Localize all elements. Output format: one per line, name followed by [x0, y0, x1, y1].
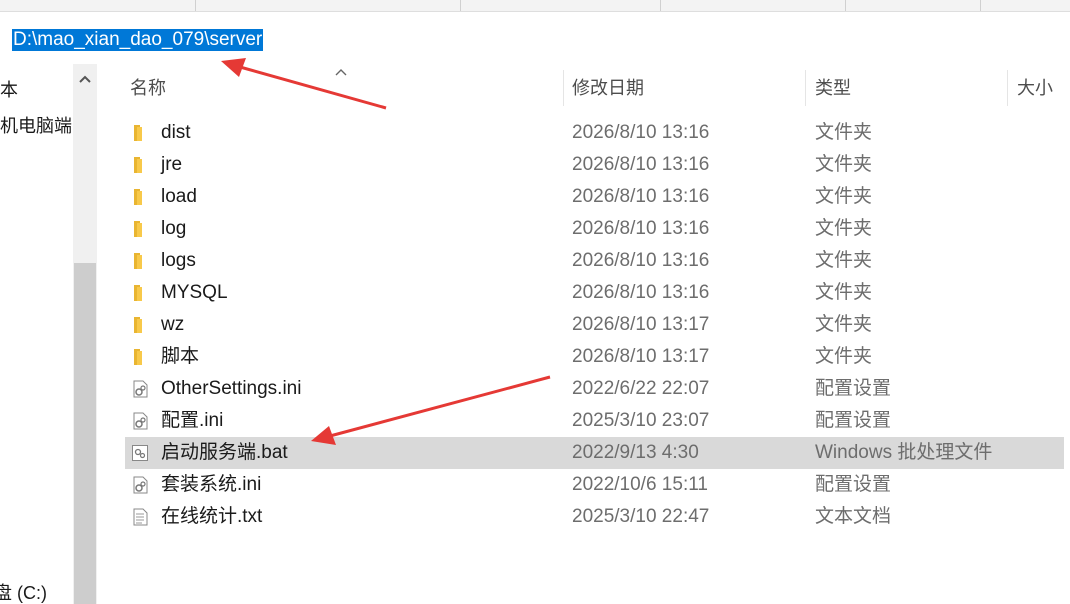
scroll-up-icon[interactable]	[78, 74, 92, 84]
nav-item-this-pc[interactable]: 本	[0, 76, 18, 102]
settings-file-icon	[131, 380, 149, 398]
column-divider[interactable]	[805, 70, 806, 106]
file-name: logs	[161, 250, 196, 271]
nav-scrollbar-thumb[interactable]	[74, 263, 96, 604]
file-modified-date: 2026/8/10 13:16	[572, 218, 710, 239]
file-type: 配置设置	[815, 410, 892, 431]
file-name: jre	[161, 154, 183, 175]
column-header-type[interactable]: 类型	[815, 66, 851, 110]
folder-icon	[131, 188, 149, 206]
nav-scrollbar[interactable]	[73, 64, 97, 604]
file-name: 在线统计.txt	[161, 506, 263, 527]
file-name: 配置.ini	[161, 410, 224, 431]
file-type: 文件夹	[815, 346, 873, 367]
file-modified-date: 2026/8/10 13:17	[572, 314, 710, 335]
ribbon-divider	[845, 0, 846, 11]
file-type: 文件夹	[815, 314, 873, 335]
folder-icon	[131, 348, 149, 366]
file-type: 文件夹	[815, 154, 873, 175]
file-row[interactable]: jre 2026/8/10 13:16 文件夹	[125, 149, 1064, 181]
file-modified-date: 2026/8/10 13:16	[572, 186, 710, 207]
text-file-icon	[131, 508, 149, 526]
ribbon-divider	[980, 0, 981, 11]
address-path-input[interactable]: D:\mao_xian_dao_079\server	[12, 29, 264, 51]
file-name: log	[161, 218, 187, 239]
file-row[interactable]: logs 2026/8/10 13:16 文件夹	[125, 245, 1064, 277]
file-name: wz	[161, 314, 185, 335]
file-modified-date: 2025/3/10 23:07	[572, 410, 710, 431]
file-row[interactable]: wz 2026/8/10 13:17 文件夹	[125, 309, 1064, 341]
folder-icon	[131, 156, 149, 174]
file-name: 启动服务端.bat	[161, 442, 288, 463]
file-modified-date: 2022/10/6 15:11	[572, 474, 708, 495]
file-modified-date: 2026/8/10 13:17	[572, 346, 710, 367]
ribbon-divider	[460, 0, 461, 11]
file-row[interactable]: 配置.ini 2025/3/10 23:07 配置设置	[125, 405, 1064, 437]
folder-icon	[131, 220, 149, 238]
sort-ascending-icon	[335, 69, 347, 76]
file-type: 文件夹	[815, 186, 873, 207]
column-header-size[interactable]: 大小	[1017, 66, 1053, 110]
batch-file-icon	[131, 444, 149, 462]
nav-item-computer[interactable]: 机电脑端	[0, 112, 72, 138]
column-header-date[interactable]: 修改日期	[572, 66, 644, 110]
navigation-pane: 本 机电脑端 盘 (C:)	[0, 64, 100, 604]
folder-icon	[131, 316, 149, 334]
settings-file-icon	[131, 412, 149, 430]
ribbon-divider	[660, 0, 661, 11]
file-name: 脚本	[161, 346, 200, 367]
ribbon-divider	[195, 0, 196, 11]
file-modified-date: 2026/8/10 13:16	[572, 154, 710, 175]
arrow-to-address-path	[221, 58, 387, 110]
file-row[interactable]: 启动服务端.bat 2022/9/13 4:30 Windows 批处理文件	[125, 437, 1064, 469]
file-type: 文本文档	[815, 506, 892, 527]
file-name: load	[161, 186, 197, 207]
nav-item-drive-c[interactable]: 盘 (C:)	[0, 579, 47, 604]
file-name: OtherSettings.ini	[161, 378, 302, 399]
file-name: MYSQL	[161, 282, 228, 303]
file-row[interactable]: 脚本 2026/8/10 13:17 文件夹	[125, 341, 1064, 373]
address-bar[interactable]: D:\mao_xian_dao_079\server	[0, 12, 1070, 64]
column-header-name[interactable]: 名称	[130, 66, 166, 110]
column-divider[interactable]	[1007, 70, 1008, 106]
file-row[interactable]: 套装系统.ini 2022/10/6 15:11 配置设置	[125, 469, 1064, 501]
folder-icon	[131, 252, 149, 270]
file-name: dist	[161, 122, 191, 143]
folder-icon	[131, 284, 149, 302]
file-type: 文件夹	[815, 282, 873, 303]
file-row[interactable]: MYSQL 2026/8/10 13:16 文件夹	[125, 277, 1064, 309]
file-row[interactable]: dist 2026/8/10 13:16 文件夹	[125, 117, 1064, 149]
file-type: 配置设置	[815, 474, 892, 495]
file-modified-date: 2022/6/22 22:07	[572, 378, 710, 399]
file-modified-date: 2026/8/10 13:16	[572, 282, 710, 303]
file-modified-date: 2022/9/13 4:30	[572, 442, 699, 463]
ribbon-strip	[0, 0, 1070, 12]
file-modified-date: 2026/8/10 13:16	[572, 250, 710, 271]
settings-file-icon	[131, 476, 149, 494]
file-row[interactable]: OtherSettings.ini 2022/6/22 22:07 配置设置	[125, 373, 1064, 405]
file-row[interactable]: log 2026/8/10 13:16 文件夹	[125, 213, 1064, 245]
file-modified-date: 2025/3/10 22:47	[572, 506, 710, 527]
folder-icon	[131, 124, 149, 142]
file-modified-date: 2026/8/10 13:16	[572, 122, 710, 143]
file-row[interactable]: load 2026/8/10 13:16 文件夹	[125, 181, 1064, 213]
file-name: 套装系统.ini	[161, 474, 262, 495]
file-type: 文件夹	[815, 218, 873, 239]
column-divider[interactable]	[563, 70, 564, 106]
file-type: 文件夹	[815, 122, 873, 143]
file-type: Windows 批处理文件	[815, 442, 993, 463]
file-type: 配置设置	[815, 378, 892, 399]
nav-item-drive-c-label: 盘 (C:)	[0, 583, 47, 603]
file-row[interactable]: 在线统计.txt 2025/3/10 22:47 文本文档	[125, 501, 1064, 533]
file-explorer-window: D:\mao_xian_dao_079\server 本 机电脑端 盘 (C:)…	[0, 0, 1070, 604]
file-type: 文件夹	[815, 250, 873, 271]
